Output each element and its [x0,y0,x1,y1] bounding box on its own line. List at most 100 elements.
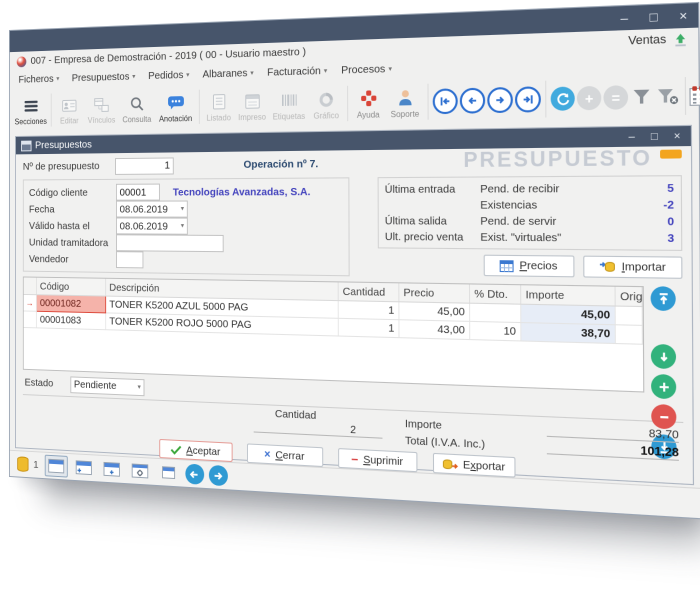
taskbar-next-button[interactable] [209,465,228,486]
importar-button[interactable]: Importar [583,256,682,279]
page-number: 1 [33,459,38,471]
column-header-cantidad: Cantidad [338,282,399,301]
toolbar-separator [685,77,686,115]
etiquetas-button[interactable]: Etiquetas [269,83,308,127]
maximize-button[interactable]: □ [639,4,669,29]
cell-dto[interactable] [470,303,521,322]
child-close-button[interactable]: × [666,130,689,143]
cell-precio[interactable]: 43,00 [399,320,470,340]
layout-new-left-button[interactable] [72,456,95,479]
presupuesto-body: PRESUPUESTO Nº de presupuesto Operación … [16,146,693,484]
editar-button[interactable]: Editar [54,89,84,131]
menu-facturacion[interactable]: Facturación▾ [267,65,327,79]
layout-maximized-button[interactable] [45,455,68,478]
stats-row: Última salida Pend. de servir 0 [385,213,674,230]
unidad-label: Unidad tramitadora [29,236,116,248]
filter-clear-icon[interactable] [656,87,679,105]
ayuda-button[interactable]: Ayuda [351,81,385,126]
child-maximize-button[interactable]: □ [643,130,666,143]
listado-button[interactable]: Listado [203,85,235,128]
close-button[interactable]: × [668,3,698,29]
menu-ficheros[interactable]: Ficheros▾ [19,73,60,86]
grafico-button[interactable]: Gráfico [308,82,344,126]
menu-pedidos[interactable]: Pedidos▾ [148,69,189,82]
speech-bubble-dots-icon [167,92,185,114]
numero-input[interactable] [115,157,174,174]
chevron-down-icon: ▾ [181,223,184,230]
cell-codigo-selected[interactable]: 00001082 [36,295,105,313]
operacion-text: Operación nº 7. [244,158,319,171]
nav-last-button[interactable] [515,86,541,112]
form-zone: Código cliente Tecnologías Avanzadas, S.… [23,175,683,281]
check-icon [170,444,181,455]
vendedor-input[interactable] [116,251,143,268]
precios-button[interactable]: Precios [484,255,575,278]
stat-value: 3 [645,231,675,245]
refresh-button[interactable] [551,86,575,110]
cell-importe[interactable]: 38,70 [521,323,616,344]
stat-value: 5 [644,181,674,194]
add-row-button[interactable] [651,374,676,399]
layout-window-button[interactable] [156,461,180,485]
add-record-button[interactable]: + [577,86,601,111]
calendar-icon[interactable] [689,85,700,106]
cantidad-total-label: Cantidad [275,408,316,422]
fecha-input[interactable]: 08.06.2019▾ [116,201,188,218]
ventas-tab[interactable]: Ventas [628,33,666,48]
cell-precio[interactable]: 45,00 [399,302,470,322]
impreso-button[interactable]: Impreso [235,84,270,128]
vinculos-button[interactable]: Vínculos [84,88,118,130]
chevron-down-icon: ▾ [388,65,392,72]
soporte-button[interactable]: Soporte [385,80,424,125]
marker-column-header [24,277,36,294]
orange-badge [660,150,682,159]
cantidad-total-value: 2 [254,419,383,439]
secciones-button[interactable]: Secciones [13,90,48,132]
stock-stats-panel: Última entrada Pend. de recibir 5 Existe… [378,175,683,251]
move-down-button[interactable] [651,344,676,369]
layout-settings-button[interactable] [128,459,152,482]
filter-icon[interactable] [631,88,651,106]
taskbar-prev-button[interactable] [185,463,204,484]
anotacion-button[interactable]: Anotación [155,86,196,129]
cerrar-button[interactable]: × Cerrar [246,443,322,467]
unidad-input[interactable] [116,234,224,252]
chevron-down-icon: ▾ [181,206,184,213]
toolbar-separator [427,84,428,120]
magnifier-icon [130,93,145,115]
cell-cantidad[interactable]: 1 [338,318,399,337]
nav-next-button[interactable] [487,87,513,113]
menu-procesos[interactable]: Procesos▾ [341,63,392,77]
cliente-nombre: Tecnologías Avanzadas, S.A. [173,185,311,198]
current-row-arrow-icon: → [24,294,36,311]
database-icon [17,456,29,472]
red-cross-dots-icon [360,87,377,110]
equal-record-button[interactable]: = [603,85,628,110]
estado-select[interactable]: Pendiente▾ [70,376,144,396]
nav-first-button[interactable] [433,88,458,114]
column-header-precio: Precio [399,283,470,303]
menu-presupuestos[interactable]: Presupuestos▾ [72,70,136,84]
aceptar-button[interactable]: Aceptar [159,439,232,462]
presupuesto-window-title: Presupuestos [35,139,92,152]
child-minimize-button[interactable]: – [620,131,643,143]
export-coins-icon [442,457,458,471]
cliente-input[interactable] [116,184,160,201]
move-top-button[interactable] [651,286,676,311]
app-window: – □ × 007 - Empresa de Demostración - 20… [9,2,700,519]
minimize-button[interactable]: – [610,5,639,30]
cell-orig[interactable] [615,325,642,344]
consulta-button[interactable]: Consulta [119,87,156,130]
layout-new-top-button[interactable] [100,458,124,481]
cell-codigo[interactable]: 00001083 [36,311,105,329]
toolbar-separator [545,81,546,118]
valido-input[interactable]: 08.06.2019▾ [116,217,188,234]
grid-buttons-column [651,286,684,394]
cell-orig[interactable] [615,306,642,325]
menu-albaranes[interactable]: Albaranes▾ [203,67,254,81]
cell-dto[interactable]: 10 [470,321,521,341]
cell-cantidad[interactable]: 1 [338,301,399,320]
nav-previous-button[interactable] [460,88,485,114]
chevron-down-icon: ▾ [186,71,189,78]
cell-importe[interactable]: 45,00 [521,304,616,325]
